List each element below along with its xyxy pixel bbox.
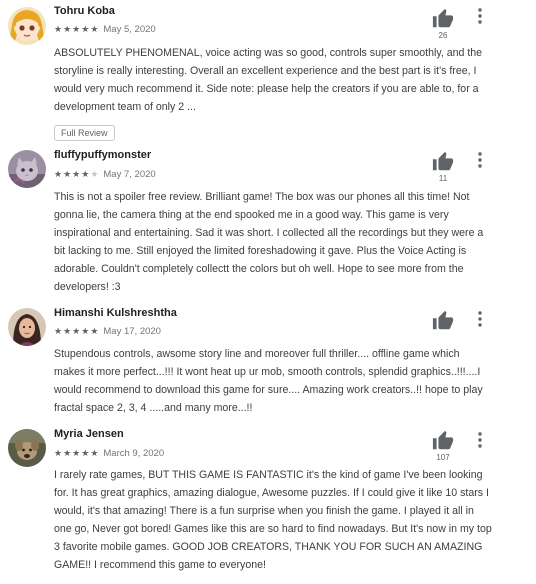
review-date: May 7, 2020 xyxy=(103,169,156,180)
review-text: ABSOLUTELY PHENOMENAL, voice acting was … xyxy=(54,47,483,113)
star-icon: ★ xyxy=(90,24,99,35)
thumbs-up-icon xyxy=(432,310,454,330)
helpful-count: 11 xyxy=(438,174,448,183)
review-meta: ★ ★ ★ ★ ★ May 17, 2020 xyxy=(54,326,161,337)
star-icon: ★ xyxy=(72,326,81,337)
star-rating: ★ ★ ★ ★ ★ xyxy=(54,25,99,35)
star-icon: ★ xyxy=(72,448,81,459)
star-icon: ★ xyxy=(63,326,72,337)
star-rating: ★ ★ ★ ★ ★ xyxy=(54,170,99,180)
avatar[interactable] xyxy=(8,150,46,188)
star-icon: ★ xyxy=(90,448,99,459)
more-vert-icon xyxy=(478,152,482,168)
star-rating: ★ ★ ★ ★ ★ xyxy=(54,327,99,337)
review-text: This is not a spoiler free review. Brill… xyxy=(54,191,484,293)
star-icon: ★ xyxy=(54,24,63,35)
more-vert-icon xyxy=(478,311,482,327)
star-icon: ★ xyxy=(72,24,81,35)
star-icon: ★ xyxy=(81,448,90,459)
avatar[interactable] xyxy=(8,7,46,45)
avatar[interactable] xyxy=(8,429,46,467)
review-text: I rarely rate games, BUT THIS GAME IS FA… xyxy=(54,469,492,571)
star-rating: ★ ★ ★ ★ ★ xyxy=(54,449,99,459)
helpful-button[interactable] xyxy=(432,151,454,173)
star-icon: ★ xyxy=(81,326,90,337)
full-review-button[interactable]: Full Review xyxy=(54,125,115,141)
reviewer-name: Tohru Koba xyxy=(54,5,115,17)
review-meta: ★ ★ ★ ★ ★ May 5, 2020 xyxy=(54,24,156,35)
star-icon: ★ xyxy=(72,169,81,180)
star-icon: ★ xyxy=(81,24,90,35)
reviewer-name: Myria Jensen xyxy=(54,428,124,440)
star-icon: ★ xyxy=(63,24,72,35)
more-vert-icon xyxy=(478,8,482,24)
helpful-button[interactable] xyxy=(432,8,454,30)
star-icon: ★ xyxy=(90,326,99,337)
review-date: May 5, 2020 xyxy=(103,24,156,35)
review-meta: ★ ★ ★ ★ ★ May 7, 2020 xyxy=(54,169,156,180)
helpful-button[interactable] xyxy=(432,310,454,332)
star-icon: ★ xyxy=(90,169,99,180)
more-options-button[interactable] xyxy=(472,7,488,25)
star-icon: ★ xyxy=(63,169,72,180)
review-meta: ★ ★ ★ ★ ★ March 9, 2020 xyxy=(54,448,164,459)
review-text: Stupendous controls, awsome story line a… xyxy=(54,348,483,414)
avatar[interactable] xyxy=(8,308,46,346)
helpful-count: 26 xyxy=(438,31,448,40)
star-icon: ★ xyxy=(54,169,63,180)
reviewer-name: Himanshi Kulshreshtha xyxy=(54,307,177,319)
more-options-button[interactable] xyxy=(472,151,488,169)
star-icon: ★ xyxy=(54,448,63,459)
review-date: May 17, 2020 xyxy=(103,326,161,337)
helpful-count: 107 xyxy=(436,453,450,462)
star-icon: ★ xyxy=(81,169,90,180)
more-vert-icon xyxy=(478,432,482,448)
star-icon: ★ xyxy=(63,448,72,459)
review-date: March 9, 2020 xyxy=(103,448,165,459)
more-options-button[interactable] xyxy=(472,431,488,449)
star-icon: ★ xyxy=(54,326,63,337)
more-options-button[interactable] xyxy=(472,310,488,328)
thumbs-up-icon xyxy=(432,8,454,28)
reviewer-name: fluffypuffymonster xyxy=(54,149,152,161)
thumbs-up-icon xyxy=(432,151,454,171)
thumbs-up-icon xyxy=(432,430,454,450)
helpful-button[interactable] xyxy=(432,430,454,452)
